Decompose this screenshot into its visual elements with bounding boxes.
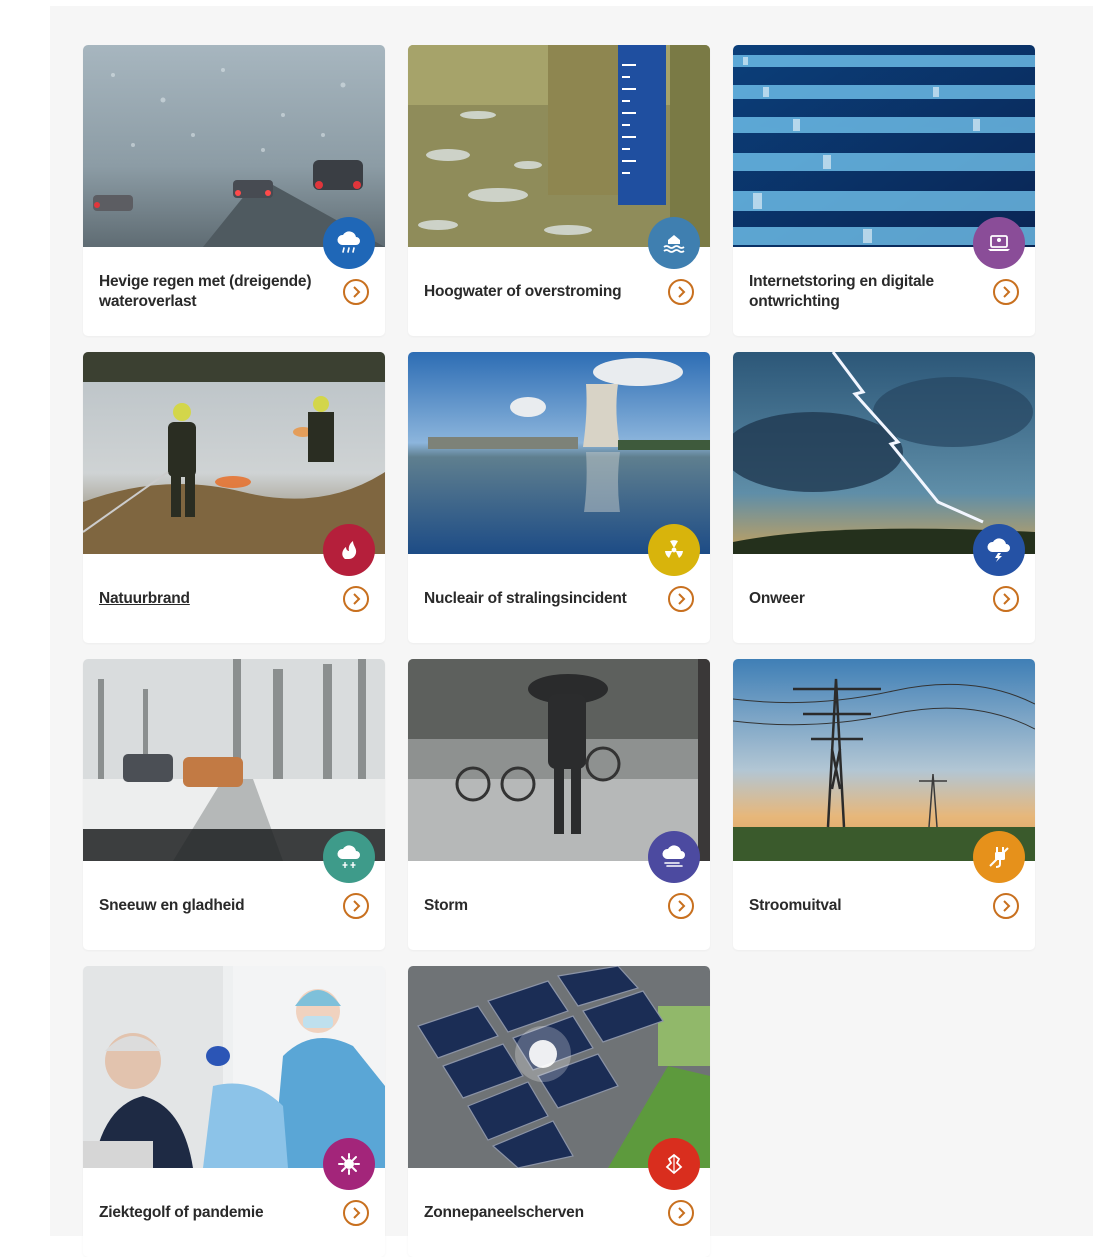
badge-nuclear	[648, 524, 700, 576]
chevron-right-icon[interactable]	[343, 1199, 369, 1226]
virus-icon	[338, 1153, 360, 1175]
card-nuclear[interactable]: Nucleair of stralingsincident	[408, 352, 710, 643]
card-title: Natuurbrand	[99, 589, 190, 607]
flood-waves-icon	[663, 235, 685, 253]
card-wildfire[interactable]: Natuurbrand	[83, 352, 385, 643]
chevron-right-icon[interactable]	[668, 278, 694, 305]
rain-cloud-icon	[337, 231, 360, 253]
card-image-nuclear	[408, 352, 710, 554]
thunder-cloud-icon	[987, 538, 1010, 562]
card-solar-panel-shards[interactable]: Zonnepaneelscherven	[408, 966, 710, 1257]
badge-snow	[323, 831, 375, 883]
chevron-right-icon[interactable]	[993, 278, 1019, 305]
card-image-storm	[408, 659, 710, 861]
card-title: Hevige regen met (dreigende) wateroverla…	[99, 272, 312, 310]
card-title: Ziektegolf of pandemie	[99, 1203, 264, 1221]
chevron-right-icon[interactable]	[668, 1199, 694, 1226]
chevron-right-icon[interactable]	[343, 585, 369, 612]
badge-internet	[973, 217, 1025, 269]
card-image-heavy-rain	[83, 45, 385, 247]
card-heavy-rain[interactable]: Hevige regen met (dreigende) wateroverla…	[83, 45, 385, 336]
fire-icon	[342, 541, 357, 559]
card-pandemic[interactable]: Ziektegolf of pandemie	[83, 966, 385, 1257]
card-image-pandemic	[83, 966, 385, 1168]
chevron-right-icon[interactable]	[343, 892, 369, 919]
badge-flood	[648, 217, 700, 269]
snow-cloud-icon	[337, 845, 360, 868]
card-flood[interactable]: Hoogwater of overstroming	[408, 45, 710, 336]
card-storm[interactable]: Storm	[408, 659, 710, 950]
badge-thunder	[973, 524, 1025, 576]
card-title: Sneeuw en gladheid	[99, 896, 245, 914]
card-image-solar-panels	[408, 966, 710, 1168]
card-image-thunderstorm	[733, 352, 1035, 554]
crisis-card-grid: Hevige regen met (dreigende) wateroverla…	[83, 45, 1038, 1257]
radiation-icon	[665, 540, 683, 558]
card-image-internet	[733, 45, 1035, 247]
card-title: Hoogwater of overstroming	[424, 282, 622, 300]
badge-pandemic	[323, 1138, 375, 1190]
chevron-right-icon[interactable]	[993, 585, 1019, 612]
solar-panel-shards-icon	[665, 1153, 683, 1175]
card-title: Nucleair of stralingsincident	[424, 589, 627, 607]
badge-rain	[323, 217, 375, 269]
card-power-outage[interactable]: Stroomuitval	[733, 659, 1035, 950]
card-title: Zonnepaneelscherven	[424, 1203, 584, 1221]
card-internet-outage[interactable]: Internetstoring en digitale ontwrichting	[733, 45, 1035, 336]
badge-solar-panel	[648, 1138, 700, 1190]
card-image-flood	[408, 45, 710, 247]
card-title: Internetstoring en digitale ontwrichting	[749, 272, 934, 310]
card-thunderstorm[interactable]: Onweer	[733, 352, 1035, 643]
storm-cloud-icon	[662, 845, 685, 867]
badge-wildfire	[323, 524, 375, 576]
badge-storm	[648, 831, 700, 883]
chevron-right-icon[interactable]	[993, 892, 1019, 919]
chevron-right-icon[interactable]	[668, 892, 694, 919]
card-snow[interactable]: Sneeuw en gladheid	[83, 659, 385, 950]
card-image-power-outage	[733, 659, 1035, 861]
card-title: Stroomuitval	[749, 896, 842, 914]
card-title: Storm	[424, 896, 468, 914]
laptop-alert-icon	[988, 235, 1010, 251]
badge-power-outage	[973, 831, 1025, 883]
power-plug-icon	[989, 847, 1009, 868]
card-image-snow	[83, 659, 385, 861]
card-title: Onweer	[749, 589, 805, 607]
chevron-right-icon[interactable]	[343, 278, 369, 305]
card-image-wildfire	[83, 352, 385, 554]
chevron-right-icon[interactable]	[668, 585, 694, 612]
